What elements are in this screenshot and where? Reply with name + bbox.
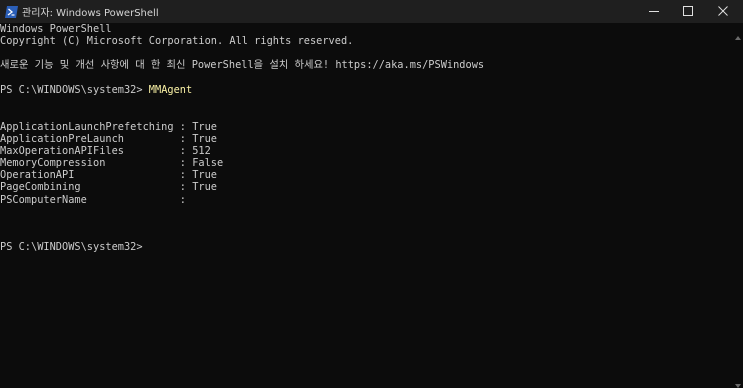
property-name: OperationAPI: [0, 169, 75, 181]
property-name: PageCombining: [0, 181, 81, 193]
powershell-window: 관리자: Windows PowerShell Windows PowerShe…: [0, 0, 743, 388]
property-value: True: [192, 169, 218, 181]
property-value: False: [192, 157, 224, 169]
close-button[interactable]: [706, 0, 740, 23]
property-value: True: [192, 181, 217, 193]
terminal-output[interactable]: Windows PowerShell Copyright (C) Microso…: [0, 23, 730, 388]
copyright-line: Copyright (C) Microsoft Corporation. All…: [0, 35, 354, 47]
property-name: ApplicationPreLaunch: [0, 133, 124, 145]
minimize-icon: [649, 3, 659, 21]
property-row: PageCombining : True: [0, 181, 217, 193]
property-row: PSComputerName :: [0, 194, 193, 206]
current-prompt: PS C:\WINDOWS\system32>: [0, 241, 143, 253]
property-value: True: [192, 133, 218, 145]
maximize-button[interactable]: [671, 0, 705, 23]
property-name: MemoryCompression: [0, 157, 106, 169]
prompt: PS C:\WINDOWS\system32>: [0, 84, 149, 96]
command-text: MMAgent: [148, 84, 193, 96]
scrollbar[interactable]: [733, 23, 743, 388]
powershell-icon: [5, 5, 18, 18]
property-name: PSComputerName: [0, 194, 87, 206]
property-value: True: [192, 121, 218, 133]
property-name: MaxOperationAPIFiles: [0, 145, 124, 157]
title-bar[interactable]: 관리자: Windows PowerShell: [0, 0, 743, 23]
property-name: ApplicationLaunchPrefetching: [0, 121, 174, 133]
maximize-icon: [683, 3, 693, 21]
scroll-down-arrow-icon[interactable]: [735, 376, 741, 388]
scroll-up-arrow-icon[interactable]: [735, 28, 741, 40]
minimize-button[interactable]: [637, 0, 671, 23]
window-title: 관리자: Windows PowerShell: [22, 8, 159, 19]
property-value: 512: [192, 145, 211, 157]
update-notice: 새로운 기능 및 개선 사항에 대 한 최신 PowerShell을 설치 하세…: [0, 59, 485, 71]
close-icon: [718, 3, 728, 21]
command-line: PS C:\WINDOWS\system32> MMAgent: [0, 84, 192, 97]
